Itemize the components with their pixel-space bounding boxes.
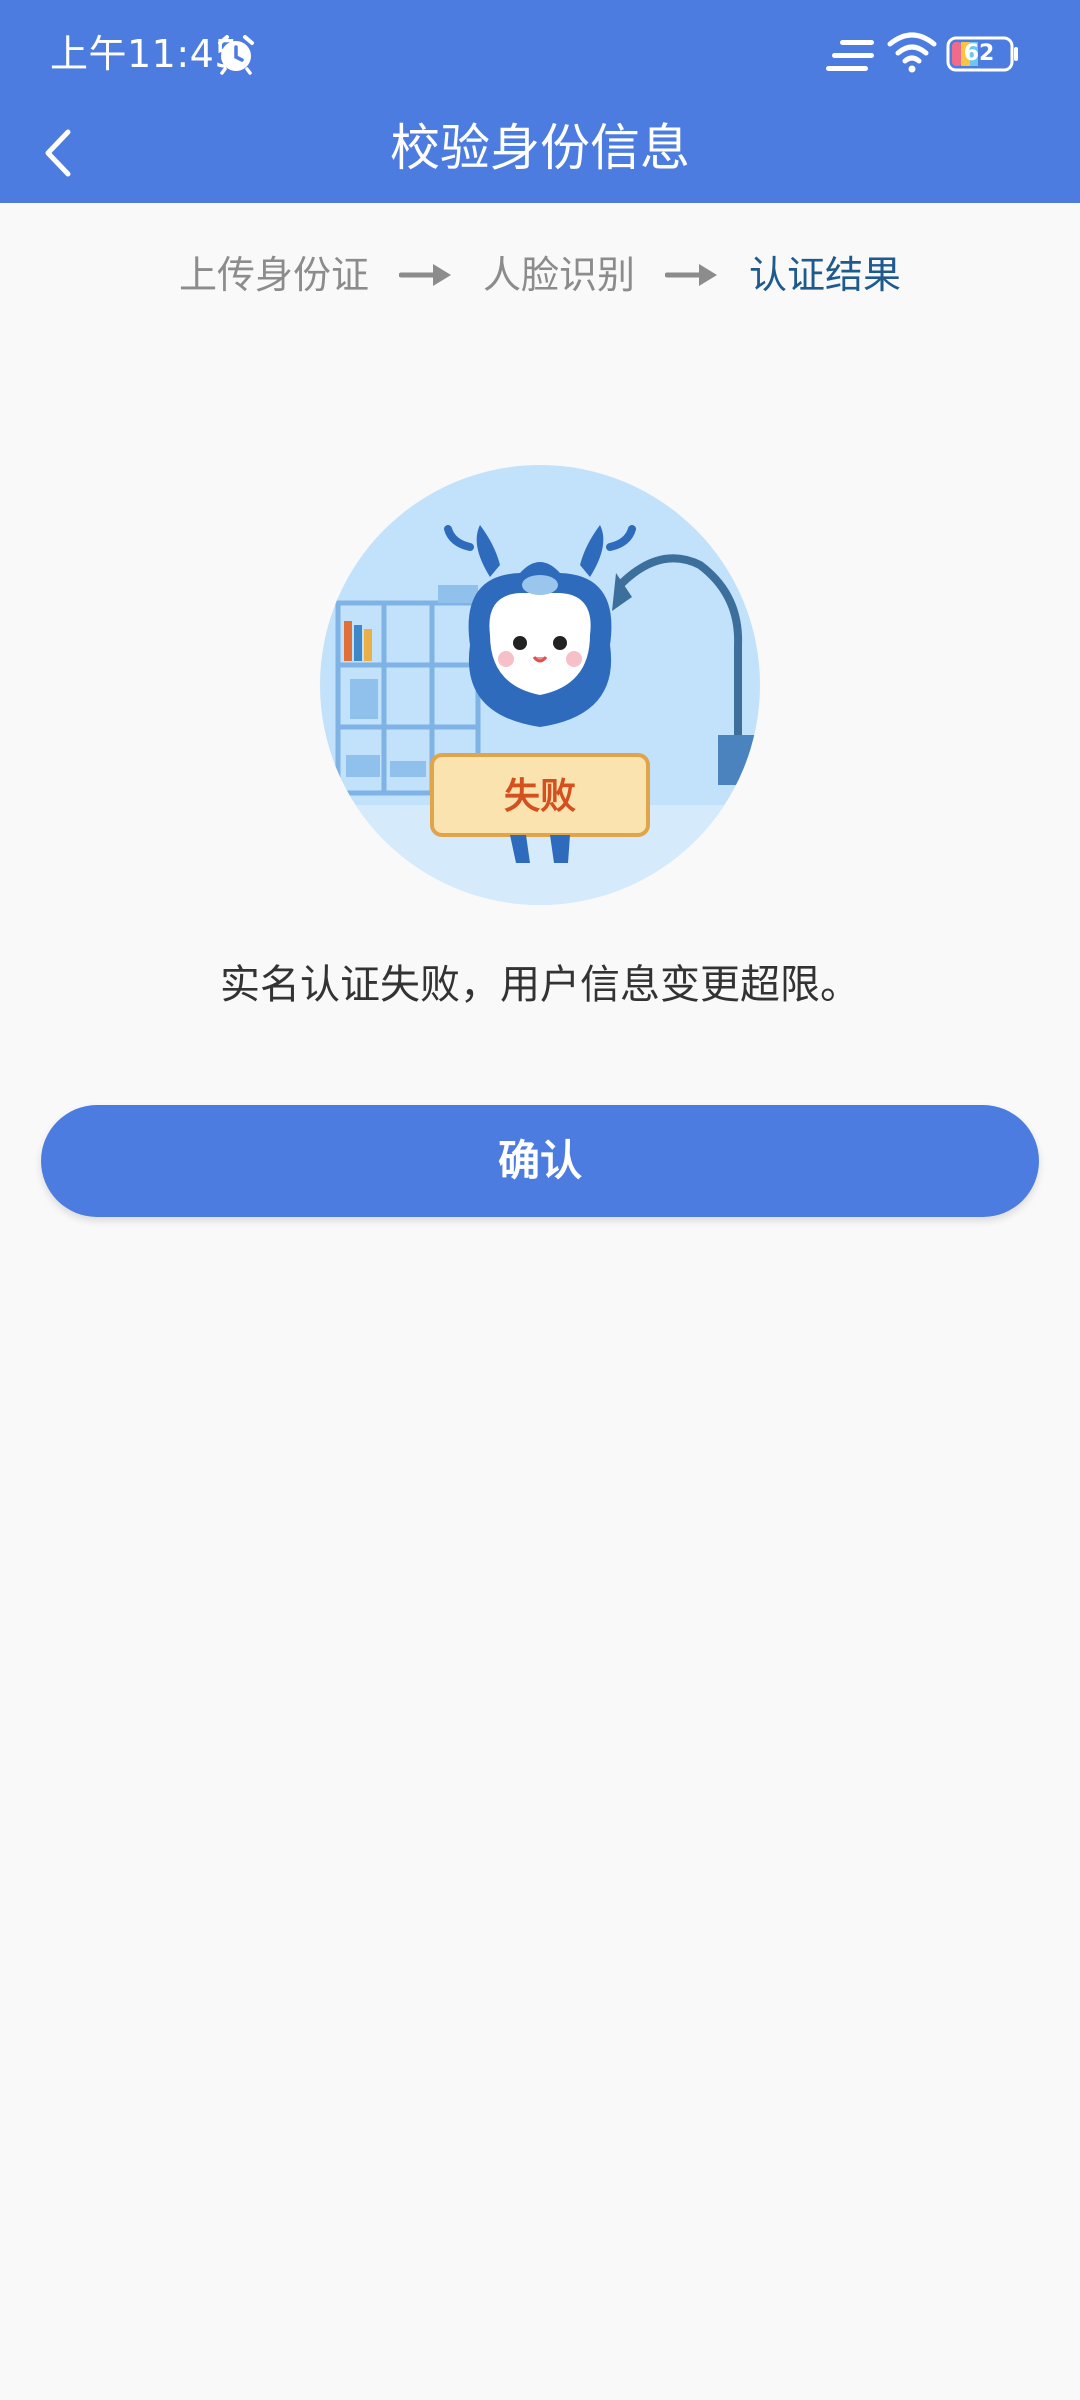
arrow-right-icon	[665, 264, 717, 286]
nav-bar: 校验身份信息	[0, 108, 1080, 203]
back-button[interactable]	[20, 108, 116, 203]
alarm-icon	[218, 35, 254, 75]
step-face-recognition: 人脸识别	[482, 253, 635, 297]
battery-level: 62	[963, 41, 995, 66]
status-bar: 上午11:45 62	[0, 0, 1080, 108]
progress-steps: 上传身份证 人脸识别 认证结果	[0, 240, 1080, 310]
app-header: 上午11:45 62 校验身份信息	[0, 0, 1080, 203]
failure-badge-text: 失败	[504, 776, 576, 817]
status-time: 上午11:45	[50, 32, 240, 76]
signal-icon	[826, 40, 874, 71]
wifi-icon	[887, 32, 937, 73]
chevron-left-icon	[45, 129, 71, 177]
confirm-button[interactable]: 确认	[41, 1105, 1039, 1217]
page-title: 校验身份信息	[390, 119, 690, 177]
step-upload-id: 上传身份证	[178, 253, 369, 297]
result-message: 实名认证失败，用户信息变更超限。	[220, 962, 860, 1008]
arrow-right-icon	[398, 264, 451, 286]
failure-illustration: 失败	[320, 465, 760, 905]
step-auth-result: 认证结果	[749, 253, 902, 297]
